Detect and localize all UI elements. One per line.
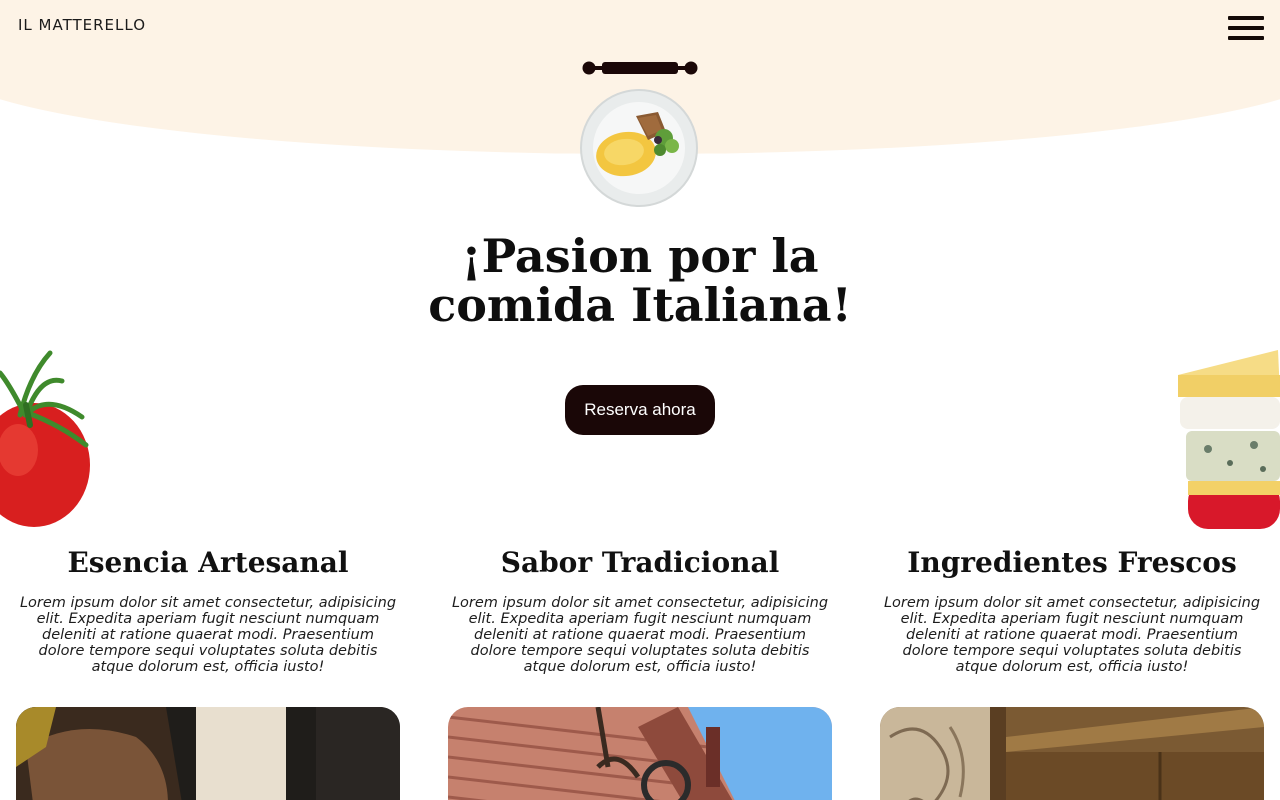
rolling-pin-icon [582,61,698,75]
hero-title-line: comida Italiana! [428,278,852,332]
feature-text: Lorem ipsum dolor sit amet consectetur, … [19,595,397,675]
tomato-image [0,350,90,527]
feature-title: Ingredientes Frescos [907,546,1237,579]
feature-esencia: Esencia Artesanal Lorem ipsum dolor sit … [16,544,400,675]
plate-image [580,89,698,207]
menu-bar [1228,16,1264,20]
menu-bar [1228,36,1264,40]
menu-bar [1228,26,1264,30]
feature-image-artisan [16,707,400,800]
feature-title: Esencia Artesanal [67,546,349,579]
feature-title: Sabor Tradicional [500,546,780,579]
page: IL MATTERELLO ¡Pasion por la comida Ital… [0,0,1280,800]
hero-title: ¡Pasion por la comida Italiana! [0,232,1280,330]
feature-ingredientes: Ingredientes Frescos Lorem ipsum dolor s… [880,544,1264,675]
feature-text: Lorem ipsum dolor sit amet consectetur, … [451,595,829,675]
cheese-stack-image [1178,350,1280,529]
hero-title-line: ¡Pasion por la [461,229,819,283]
feature-image-interior [880,707,1264,800]
hamburger-menu-icon[interactable] [1226,14,1264,42]
feature-text: Lorem ipsum dolor sit amet consectetur, … [883,595,1261,675]
feature-image-street [448,707,832,800]
feature-sabor: Sabor Tradicional Lorem ipsum dolor sit … [448,544,832,675]
reserve-button[interactable]: Reserva ahora [565,385,715,435]
brand-logo[interactable]: IL MATTERELLO [18,16,146,34]
